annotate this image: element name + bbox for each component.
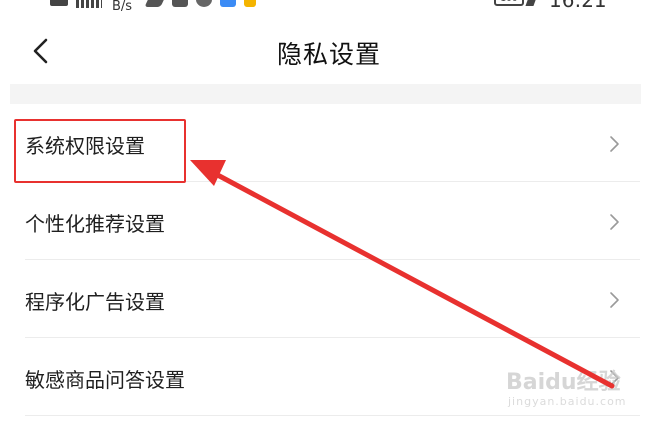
- personalized-recommendation-item[interactable]: 个性化推荐设置: [0, 182, 658, 260]
- chevron-right-icon: [610, 136, 619, 152]
- status-bar: B/s ··· 100 16:21: [0, 0, 658, 16]
- app-icon: [196, 0, 212, 7]
- app-icon: [244, 0, 256, 7]
- app-icon: [220, 0, 236, 7]
- battery-level: 100: [500, 0, 517, 4]
- watermark-url: jingyan.baidu.com: [508, 395, 627, 408]
- divider: [25, 415, 640, 416]
- notification-icon: [144, 0, 168, 7]
- status-time: 16:21: [549, 0, 607, 12]
- system-permissions-item[interactable]: 系统权限设置: [0, 104, 658, 182]
- hd-icon: [50, 0, 68, 6]
- chevron-right-icon: [610, 292, 619, 308]
- charging-icon: [525, 0, 539, 6]
- battery-icon: 100: [494, 0, 524, 6]
- chevron-right-icon: [610, 214, 619, 230]
- menu-item-label: 个性化推荐设置: [25, 212, 165, 236]
- menu-item-label: 敏感商品问答设置: [25, 368, 185, 392]
- more-notifications: ···: [262, 0, 278, 6]
- menu-item-label: 系统权限设置: [25, 134, 145, 158]
- watermark-logo: Baidu经验: [506, 370, 621, 395]
- nav-bar: 隐私设置: [0, 18, 658, 84]
- page-title: 隐私设置: [276, 40, 381, 69]
- watermark: Baidu经验 jingyan.baidu.com: [506, 364, 654, 414]
- app-icon: [172, 0, 188, 7]
- signal-icon: [76, 0, 102, 8]
- section-divider: [10, 84, 641, 104]
- programmatic-ads-item[interactable]: 程序化广告设置: [0, 260, 658, 338]
- network-speed: B/s: [112, 0, 133, 14]
- menu-item-label: 程序化广告设置: [25, 290, 165, 314]
